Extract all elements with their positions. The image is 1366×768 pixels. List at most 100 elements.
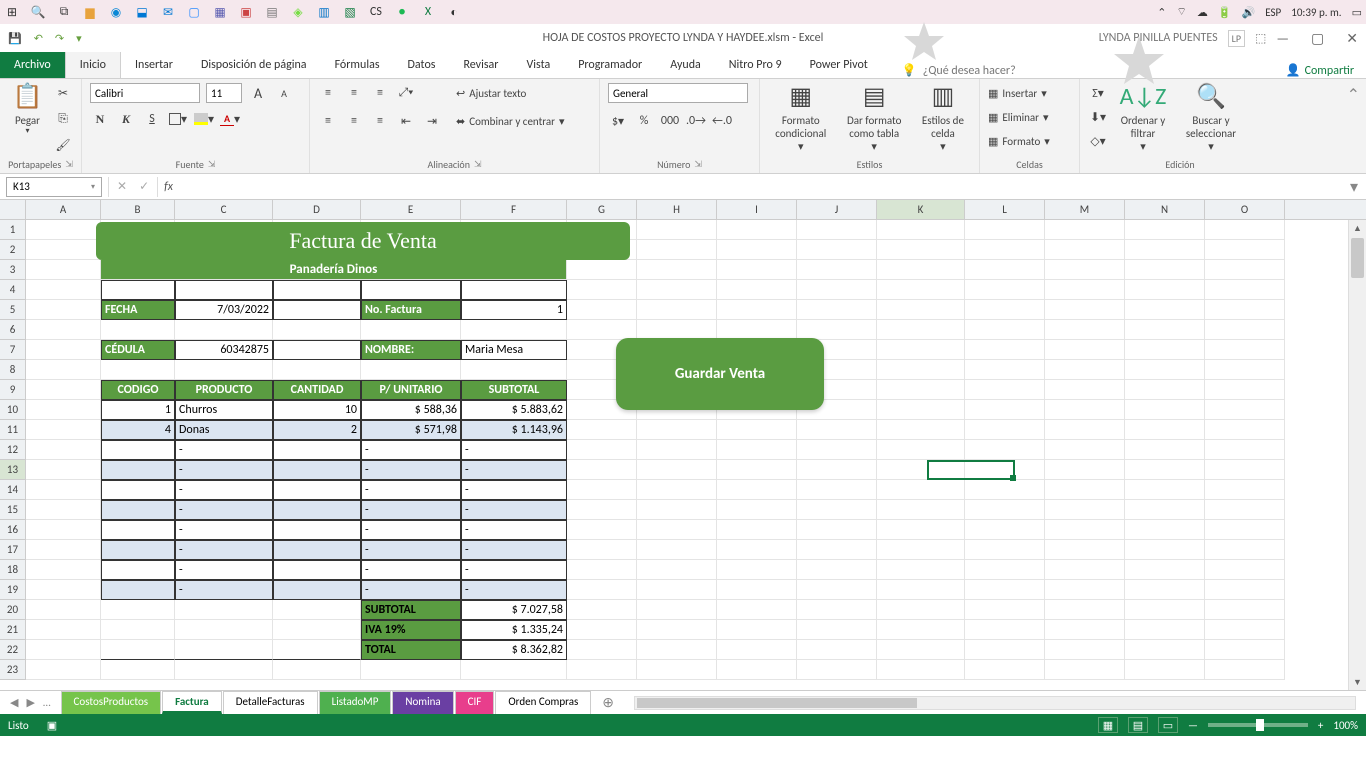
app-icon[interactable]: ▣ xyxy=(238,4,254,20)
row-header-1[interactable]: 1 xyxy=(0,220,26,240)
row-header-5[interactable]: 5 xyxy=(0,300,26,320)
app-icon-4[interactable]: ▧ xyxy=(342,4,358,20)
name-box[interactable]: K13▾ xyxy=(6,177,102,197)
app-icon-3[interactable]: ◈ xyxy=(290,4,306,20)
excel-icon[interactable]: X xyxy=(420,4,436,20)
qat-more-icon[interactable]: ▾ xyxy=(76,32,82,45)
col-header-o[interactable]: O xyxy=(1205,200,1285,219)
tray-lang[interactable]: ESP xyxy=(1265,6,1281,19)
row-header-13[interactable]: 13 xyxy=(0,460,26,480)
align-center-button[interactable]: ≡ xyxy=(344,111,364,131)
volume-icon[interactable]: 🔊 xyxy=(1242,6,1256,19)
scroll-thumb[interactable] xyxy=(1351,238,1364,278)
view-page-layout-button[interactable]: ▤ xyxy=(1128,717,1148,733)
delete-cells-button[interactable]: ▦ Eliminar ▾ xyxy=(988,107,1071,127)
undo-icon[interactable]: ↶ xyxy=(34,32,43,45)
font-size-input[interactable] xyxy=(206,83,242,103)
align-launcher[interactable]: ⇲ xyxy=(474,159,482,170)
spreadsheet-grid[interactable]: A B C D E F G H I J K L M N O 1234567891… xyxy=(0,200,1366,690)
row-header-8[interactable]: 8 xyxy=(0,360,26,380)
scroll-up-button[interactable]: ▲ xyxy=(1349,220,1366,236)
col-header-j[interactable]: J xyxy=(797,200,877,219)
tab-archivo[interactable]: Archivo xyxy=(0,52,65,78)
font-launcher[interactable]: ⇲ xyxy=(208,159,216,170)
tray-chevron-icon[interactable]: ⌃ xyxy=(1157,6,1166,19)
percent-button[interactable]: % xyxy=(634,111,654,131)
col-header-l[interactable]: L xyxy=(965,200,1045,219)
chrome-icon[interactable]: ◐ xyxy=(446,4,462,20)
share-button[interactable]: 👤Compartir xyxy=(1286,63,1354,78)
mail-icon[interactable]: ✉ xyxy=(160,4,176,20)
col-header-k[interactable]: K xyxy=(877,200,965,219)
teams-icon[interactable]: ▦ xyxy=(212,4,228,20)
wifi-icon[interactable]: ⌔ xyxy=(1176,5,1186,19)
font-name-input[interactable] xyxy=(90,83,200,103)
row-header-10[interactable]: 10 xyxy=(0,400,26,420)
align-right-button[interactable]: ≡ xyxy=(370,111,390,131)
onedrive-icon[interactable]: ☁ xyxy=(1197,6,1208,19)
number-launcher[interactable]: ⇲ xyxy=(694,159,702,170)
tab-powerpivot[interactable]: Power Pivot xyxy=(796,52,882,78)
horizontal-scrollbar[interactable] xyxy=(634,696,1356,710)
maximize-button[interactable]: ▢ xyxy=(1311,30,1324,47)
increase-font-button[interactable]: A xyxy=(248,83,268,103)
row-header-12[interactable]: 12 xyxy=(0,440,26,460)
guardar-venta-button[interactable]: Guardar Venta xyxy=(616,338,824,410)
sort-filter-button[interactable]: A↓ZOrdenar y filtrar▾ xyxy=(1114,83,1172,153)
sheet-nav-more[interactable]: … xyxy=(43,696,51,709)
insert-cells-button[interactable]: ▦ Insertar ▾ xyxy=(988,83,1071,103)
decrease-font-button[interactable]: A xyxy=(274,83,294,103)
outlook-icon[interactable]: ▥ xyxy=(316,4,332,20)
tab-formulas[interactable]: Fórmulas xyxy=(321,52,394,78)
fx-icon[interactable]: fx xyxy=(164,180,173,194)
decrease-indent-button[interactable]: ⇤ xyxy=(396,111,416,131)
align-top-button[interactable]: ≡ xyxy=(318,83,338,103)
orientation-button[interactable]: ⤢▾ xyxy=(396,83,416,103)
align-bottom-button[interactable]: ≡ xyxy=(370,83,390,103)
search-icon[interactable]: 🔍 xyxy=(30,4,46,20)
tab-programador[interactable]: Programador xyxy=(564,52,656,78)
row-header-14[interactable]: 14 xyxy=(0,480,26,500)
sheet-nav-next[interactable]: ▶ xyxy=(26,696,34,709)
col-header-f[interactable]: F xyxy=(461,200,567,219)
row-header-20[interactable]: 20 xyxy=(0,600,26,620)
borders-button[interactable]: ▾ xyxy=(168,109,188,129)
sheet-tab-factura[interactable]: Factura xyxy=(162,691,222,714)
tell-me-search[interactable]: 💡¿Qué desea hacer? xyxy=(902,63,1016,78)
close-button[interactable]: ✕ xyxy=(1346,30,1358,47)
format-cells-button[interactable]: ▦ Formato ▾ xyxy=(988,131,1071,151)
sheet-tab-nomina[interactable]: Nomina xyxy=(392,691,453,714)
sheet-tab-detallefacturas[interactable]: DetalleFacturas xyxy=(223,691,318,714)
scroll-down-button[interactable]: ▼ xyxy=(1349,674,1366,690)
edge-icon[interactable]: ◉ xyxy=(108,4,124,20)
col-header-m[interactable]: M xyxy=(1045,200,1125,219)
view-page-break-button[interactable]: ▭ xyxy=(1158,717,1178,733)
task-view-icon[interactable]: ⧉ xyxy=(56,4,72,20)
find-select-button[interactable]: 🔍Buscar y seleccionar▾ xyxy=(1178,83,1244,153)
macro-record-icon[interactable]: ▣ xyxy=(47,719,57,732)
increase-decimal-button[interactable]: .0→ xyxy=(686,111,706,131)
start-icon[interactable]: ⊞ xyxy=(4,4,20,20)
fill-button[interactable]: ⬇▾ xyxy=(1088,107,1108,127)
row-header-18[interactable]: 18 xyxy=(0,560,26,580)
vertical-scrollbar[interactable]: ▲ ▼ xyxy=(1348,220,1366,690)
collapse-ribbon-button[interactable]: ⌃ xyxy=(1341,79,1366,173)
cancel-formula-button[interactable]: ✕ xyxy=(117,179,127,194)
notifications-icon[interactable]: ▭ xyxy=(1352,6,1362,19)
tab-vista[interactable]: Vista xyxy=(512,52,564,78)
zoom-percent[interactable]: 100% xyxy=(1333,719,1358,732)
tray-clock[interactable]: 10:39 p. m. xyxy=(1291,6,1341,19)
tab-inicio[interactable]: Inicio xyxy=(65,51,121,78)
expand-formula-bar-button[interactable]: ▾ xyxy=(1342,177,1366,197)
col-header-e[interactable]: E xyxy=(361,200,461,219)
col-header-a[interactable]: A xyxy=(26,200,101,219)
number-format-select[interactable] xyxy=(608,83,748,103)
col-header-c[interactable]: C xyxy=(175,200,273,219)
app-icon-2[interactable]: ▤ xyxy=(264,4,280,20)
tab-nitro[interactable]: Nitro Pro 9 xyxy=(715,52,796,78)
cut-button[interactable]: ✂ xyxy=(53,83,73,103)
increase-indent-button[interactable]: ⇥ xyxy=(422,111,442,131)
sheet-tab-costosproductos[interactable]: CostosProductos xyxy=(61,691,162,714)
row-header-17[interactable]: 17 xyxy=(0,540,26,560)
cell-styles-button[interactable]: ▥Estilos de celda▾ xyxy=(915,83,971,153)
